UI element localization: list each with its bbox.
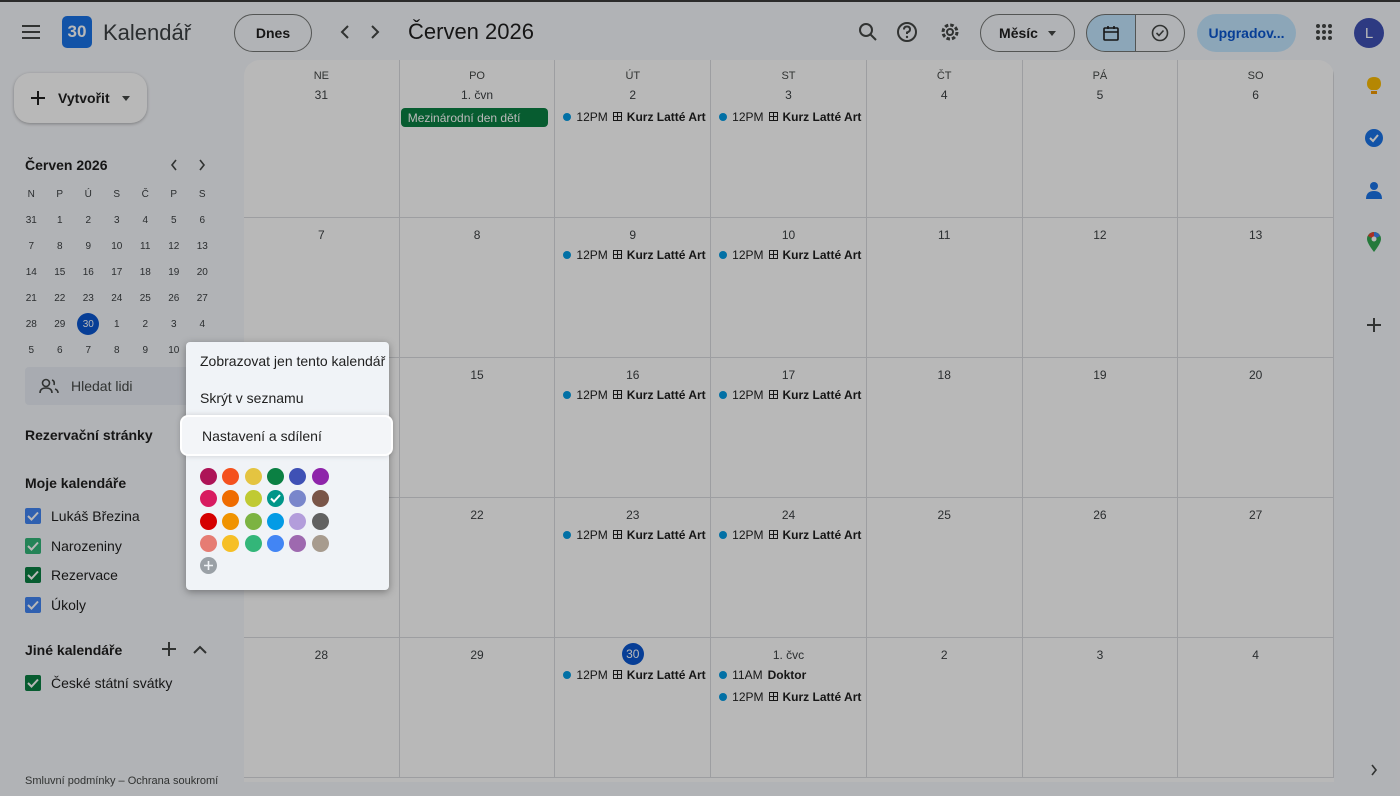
color-swatch[interactable] <box>222 534 240 552</box>
color-swatch[interactable] <box>311 534 329 552</box>
calendar-options-menu: Zobrazovat jen tento kalendář Skrýt v se… <box>186 342 389 590</box>
check-icon <box>270 494 281 504</box>
color-swatch[interactable] <box>289 534 307 552</box>
color-swatch[interactable] <box>266 512 284 530</box>
color-swatch[interactable] <box>200 512 217 530</box>
color-swatch[interactable] <box>200 534 217 552</box>
color-swatch[interactable] <box>244 490 262 508</box>
color-swatch[interactable] <box>222 490 240 508</box>
menu-item-show-only-this[interactable]: Zobrazovat jen tento kalendář <box>186 342 389 379</box>
color-swatch[interactable] <box>311 490 329 508</box>
color-swatch[interactable] <box>266 468 284 485</box>
color-swatch[interactable] <box>222 468 240 485</box>
color-swatch[interactable] <box>244 468 262 485</box>
color-swatch[interactable] <box>222 512 240 530</box>
menu-item-settings-and-sharing[interactable]: Nastavení a sdílení <box>180 415 393 456</box>
color-swatch[interactable] <box>311 512 329 530</box>
add-custom-color-plus-icon[interactable] <box>200 557 217 575</box>
color-swatch[interactable] <box>289 512 307 530</box>
color-swatch[interactable] <box>200 468 217 485</box>
color-swatch[interactable] <box>200 490 217 508</box>
color-swatch[interactable] <box>311 468 329 485</box>
color-swatch[interactable] <box>244 534 262 552</box>
color-swatch[interactable] <box>244 512 262 530</box>
menu-item-hide-from-list[interactable]: Skrýt v seznamu <box>186 379 389 416</box>
color-swatch[interactable] <box>266 490 284 508</box>
color-swatch[interactable] <box>266 534 284 552</box>
color-swatch[interactable] <box>289 468 307 485</box>
color-swatch[interactable] <box>289 490 307 508</box>
